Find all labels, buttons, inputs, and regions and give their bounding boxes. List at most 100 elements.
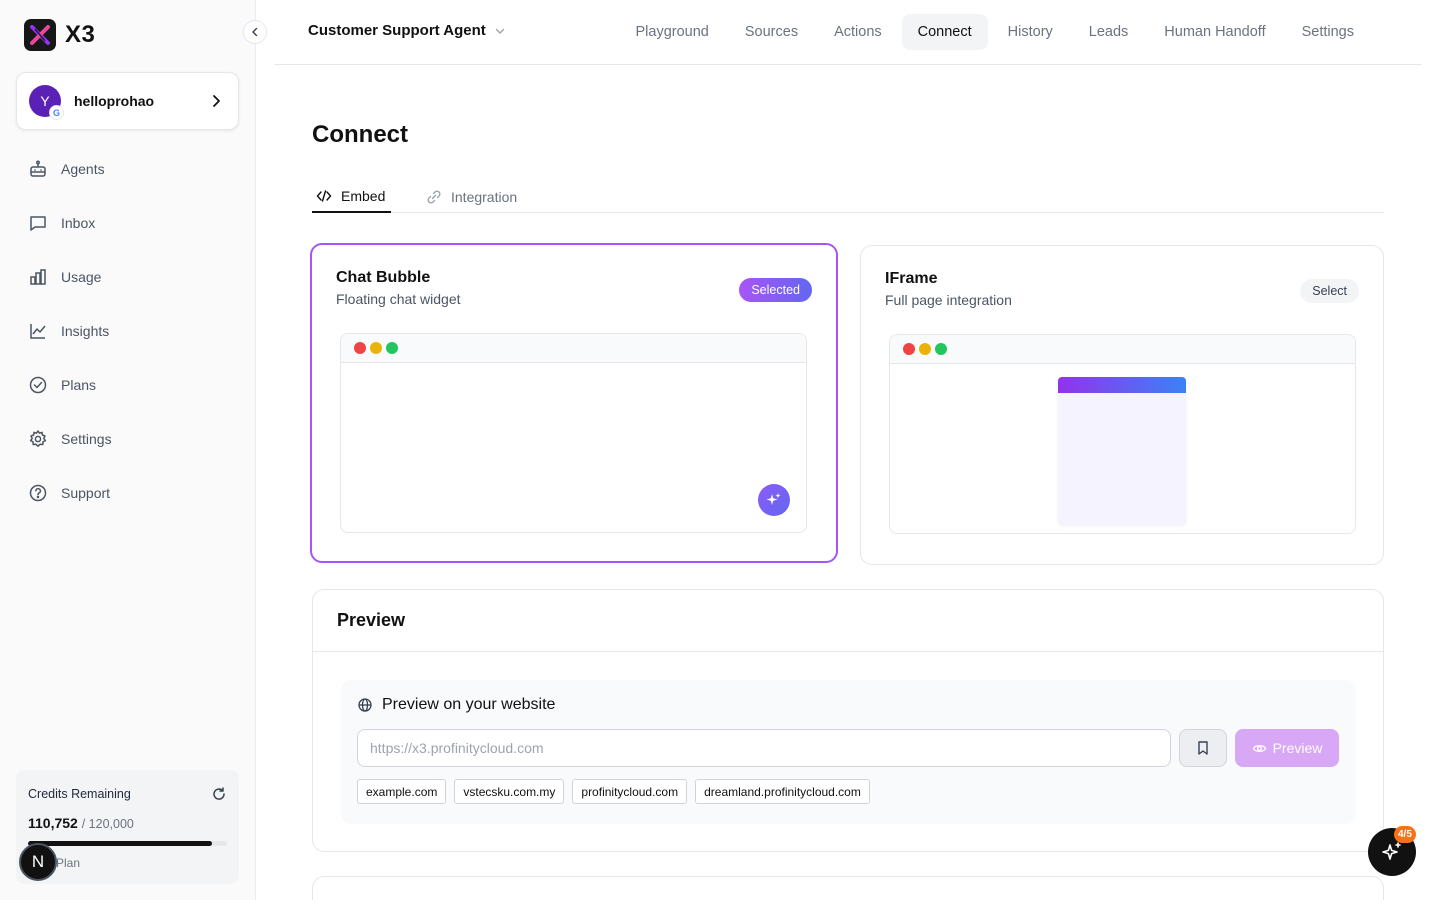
sparkle-icon [1382, 842, 1401, 860]
iframe-option-card[interactable]: IFrame Full page integration Select [860, 245, 1384, 565]
select-button[interactable]: Select [1300, 279, 1359, 303]
yellow-dot-icon [919, 343, 931, 355]
refresh-icon[interactable] [211, 786, 227, 802]
tab-human-handoff[interactable]: Human Handoff [1148, 14, 1281, 50]
avatar: Y G [29, 85, 64, 120]
avatar-letter: Y [40, 93, 50, 109]
message-icon [30, 216, 46, 231]
subtab-label: Embed [341, 188, 386, 204]
tab-actions[interactable]: Actions [818, 14, 898, 50]
chevron-left-icon [252, 27, 258, 37]
sidebar-item-label: Plans [61, 377, 97, 393]
browser-bar [341, 334, 806, 363]
green-dot-icon [386, 342, 398, 354]
sidebar-item-support[interactable]: Support [16, 474, 239, 512]
agent-selector[interactable]: Customer Support Agent [308, 22, 506, 39]
link-icon [427, 189, 441, 204]
app-name: X3 [65, 21, 96, 48]
sidebar-nav: Agents Inbox Usage Insights Plans Settin… [16, 150, 239, 528]
chat-bubble-icon [758, 484, 790, 516]
help-circle-icon [29, 484, 47, 502]
nextjs-badge[interactable]: N [19, 843, 57, 881]
eye-icon [1252, 744, 1266, 752]
code-icon [316, 190, 332, 202]
iframe-panel [1058, 377, 1186, 525]
sidebar-item-usage[interactable]: Usage [16, 258, 239, 296]
credits-progress-bar [28, 841, 227, 846]
sidebar-item-label: Settings [61, 431, 112, 447]
check-circle-icon [29, 376, 47, 394]
browser-bar [890, 335, 1355, 364]
collapse-sidebar-button[interactable] [243, 20, 267, 44]
iframe-panel-header [1058, 377, 1186, 393]
red-dot-icon [903, 343, 915, 355]
credits-value: 110,752 / 120,000 [28, 815, 227, 831]
sidebar-item-label: Support [61, 485, 111, 501]
domain-chip[interactable]: vstecsku.com.my [454, 779, 565, 804]
sidebar-item-label: Inbox [61, 215, 96, 231]
iframe-mockup [889, 334, 1356, 534]
preview-on-website-panel: Preview on your website Preview example.… [341, 680, 1356, 824]
preview-url-input[interactable] [357, 729, 1171, 767]
tab-playground[interactable]: Playground [620, 14, 725, 50]
app-logo[interactable]: X3 [24, 19, 95, 51]
sidebar-item-inbox[interactable]: Inbox [16, 204, 239, 242]
subtab-integration[interactable]: Integration [426, 181, 517, 212]
agent-name: Customer Support Agent [308, 22, 486, 39]
preview-section: Preview Preview on your website Preview … [312, 589, 1384, 852]
credits-label: Credits Remaining [28, 787, 131, 801]
card-title: IFrame [885, 270, 938, 287]
credits-progress-fill [28, 841, 212, 846]
preview-subtitle: Preview on your website [382, 696, 556, 713]
saved-domains: example.com vstecsku.com.my profinityclo… [357, 779, 1340, 804]
selected-badge: Selected [739, 278, 812, 302]
plan-label: Plan [56, 856, 81, 870]
sidebar: X3 Y G helloprohao Agents Inbox Usage In… [0, 0, 256, 900]
green-dot-icon [935, 343, 947, 355]
sidebar-item-settings[interactable]: Settings [16, 420, 239, 458]
tab-history[interactable]: History [992, 14, 1069, 50]
connect-subtabs: Embed Integration [312, 181, 1384, 213]
account-switcher[interactable]: Y G helloprohao [16, 72, 239, 130]
sidebar-item-agents[interactable]: Agents [16, 150, 239, 188]
preview-title: Preview [313, 590, 1383, 652]
sidebar-item-label: Agents [61, 161, 105, 177]
sidebar-item-label: Usage [61, 269, 102, 285]
tab-sources[interactable]: Sources [729, 14, 814, 50]
red-dot-icon [354, 342, 366, 354]
preview-button[interactable]: Preview [1235, 729, 1339, 767]
sidebar-item-plans[interactable]: Plans [16, 366, 239, 404]
preview-button-label: Preview [1272, 740, 1323, 756]
page-title: Connect [312, 121, 408, 148]
domain-chip[interactable]: example.com [357, 779, 447, 804]
gear-icon [29, 430, 47, 447]
account-name: helloprohao [74, 93, 155, 109]
tab-connect[interactable]: Connect [901, 14, 988, 50]
chevron-right-icon [213, 95, 220, 107]
agent-tabs: Playground Sources Actions Connect Histo… [620, 14, 1370, 50]
x3-logo-icon [24, 19, 56, 51]
chevron-down-icon [495, 28, 504, 34]
credits-total: / 120,000 [81, 817, 134, 831]
sparkle-icon [766, 493, 781, 505]
tab-settings[interactable]: Settings [1286, 14, 1370, 50]
domain-chip[interactable]: profinitycloud.com [572, 779, 688, 804]
onboarding-progress-badge: 4/5 [1394, 826, 1416, 843]
globe-icon [358, 698, 372, 712]
domain-chip[interactable]: dreamland.profinitycloud.com [695, 779, 870, 804]
sidebar-item-label: Insights [61, 323, 110, 339]
tab-leads[interactable]: Leads [1073, 14, 1145, 50]
bookmark-button[interactable] [1179, 729, 1227, 767]
sidebar-item-insights[interactable]: Insights [16, 312, 239, 350]
chat-bubble-option-card[interactable]: Chat Bubble Floating chat widget Selecte… [310, 243, 838, 563]
credits-remaining: 110,752 [28, 815, 78, 831]
bar-chart-icon [30, 269, 46, 285]
line-chart-icon [30, 324, 46, 339]
robot-icon [30, 160, 46, 177]
yellow-dot-icon [370, 342, 382, 354]
subtab-embed[interactable]: Embed [312, 181, 392, 213]
google-icon: G [49, 105, 64, 120]
subtab-label: Integration [451, 188, 518, 205]
chat-bubble-mockup [340, 333, 807, 533]
bookmark-icon [1198, 741, 1208, 755]
